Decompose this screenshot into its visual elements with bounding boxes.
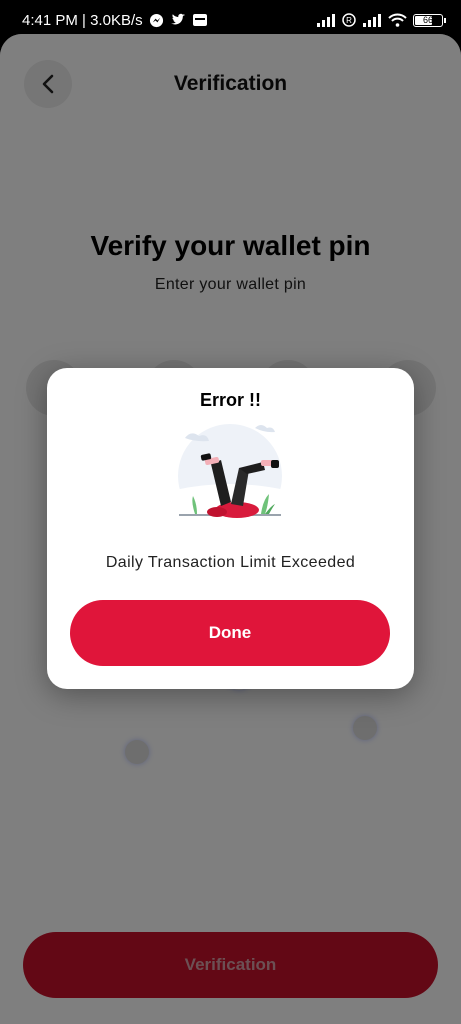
- registered-icon: R: [342, 13, 356, 27]
- done-button[interactable]: Done: [70, 600, 390, 666]
- battery-level: 66: [422, 15, 433, 25]
- done-button-label: Done: [208, 623, 252, 642]
- dialog-title: Error !!: [199, 390, 261, 410]
- notification-icon: [192, 14, 207, 26]
- fallen-person-illustration: [175, 424, 285, 528]
- messenger-icon: [149, 13, 163, 27]
- svg-text:R: R: [346, 16, 352, 25]
- twitter-icon: [170, 13, 185, 25]
- dialog-message: Daily Transaction Limit Exceeded: [105, 554, 356, 571]
- error-dialog: Error !! Daily Transaction Limit Exceede…: [47, 368, 414, 689]
- battery-icon: 66: [413, 13, 446, 27]
- signal-icon: [317, 13, 335, 27]
- status-bar-right: R 66: [316, 13, 446, 27]
- status-bar-left: 4:41 PM | 3.0KB/s: [22, 12, 208, 29]
- app-screen: Verification Verify your wallet pin Ente…: [0, 34, 461, 1024]
- wifi-icon: [388, 13, 407, 27]
- signal-icon-2: [363, 13, 381, 27]
- status-time-speed: 4:41 PM | 3.0KB/s: [22, 11, 143, 29]
